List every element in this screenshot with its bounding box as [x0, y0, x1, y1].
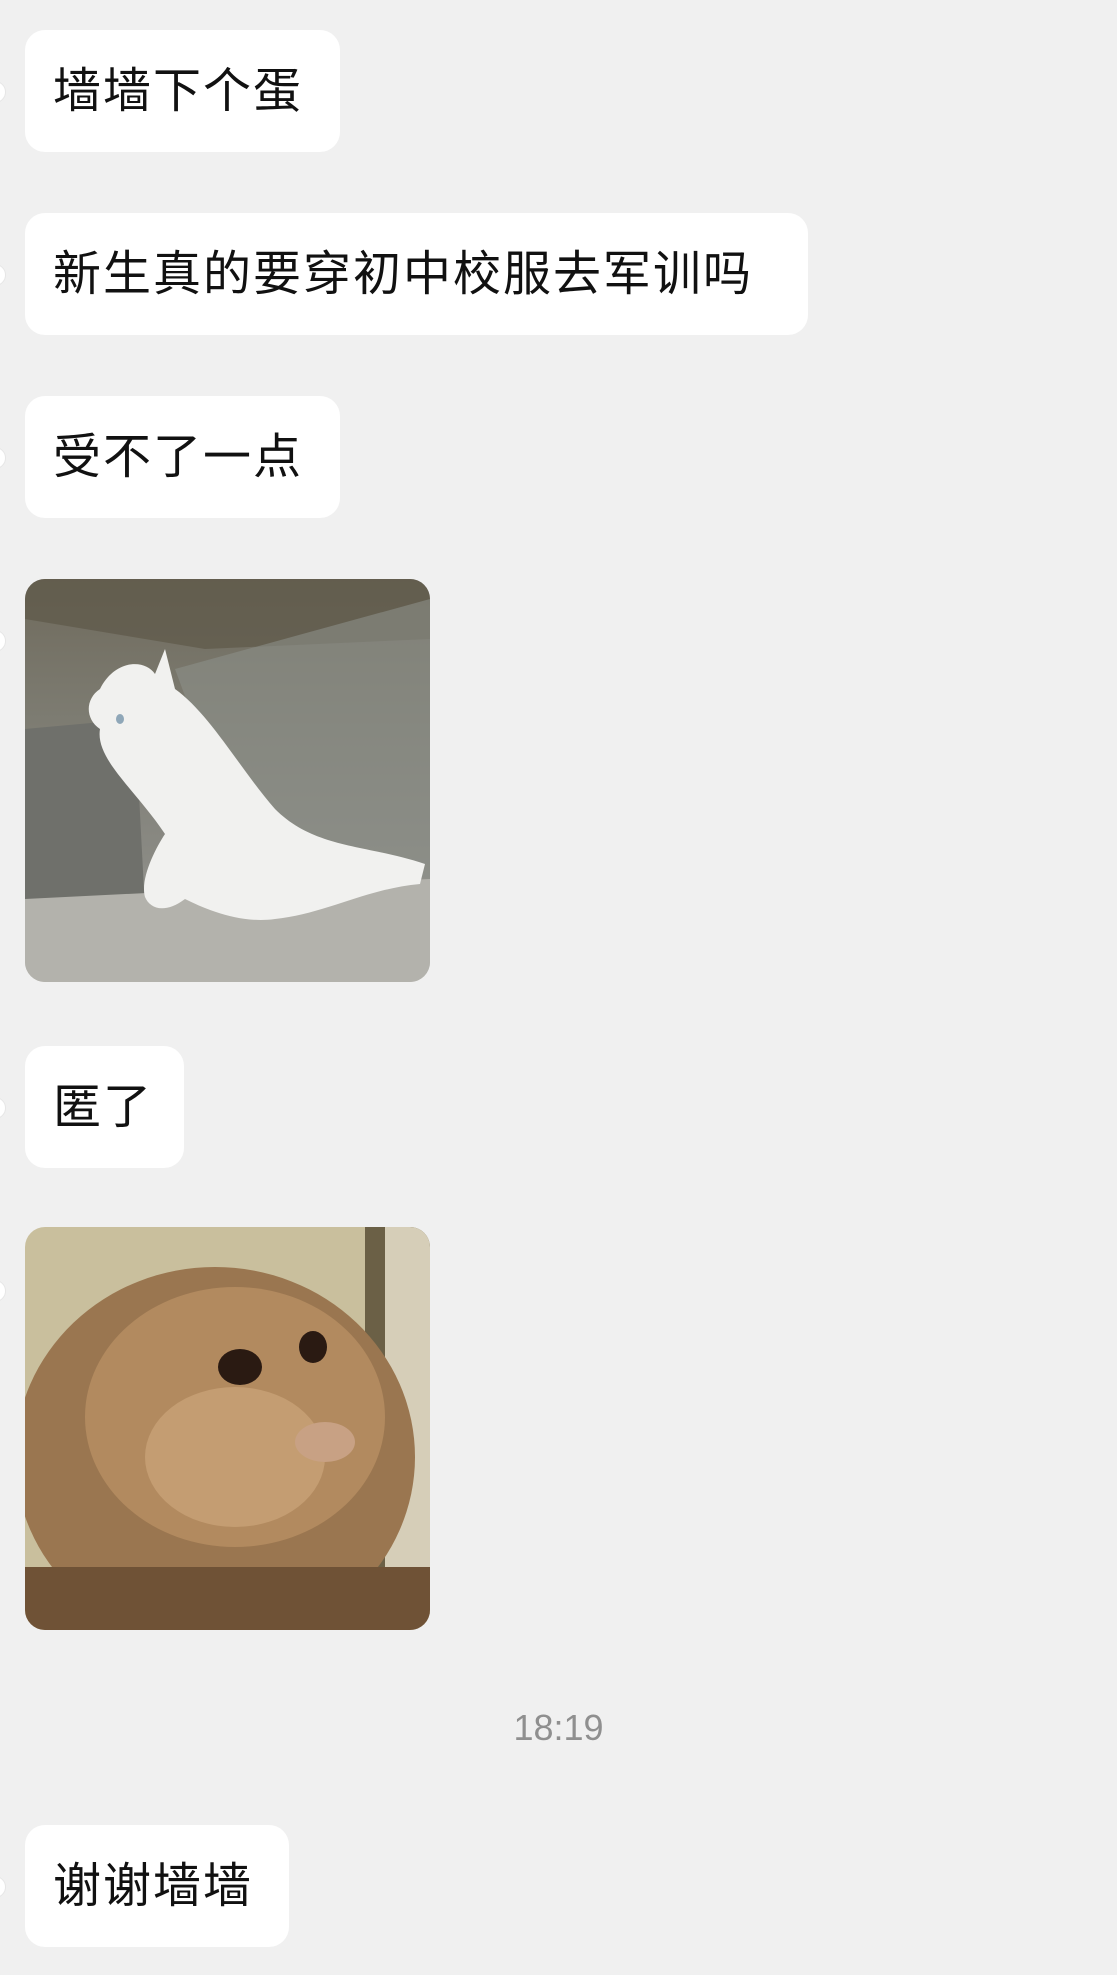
avatar[interactable] — [0, 1097, 6, 1119]
avatar[interactable] — [0, 630, 6, 652]
avatar[interactable] — [0, 81, 6, 103]
message-text: 匿了 — [53, 1079, 154, 1135]
white-cat-sitting-sticker-icon[interactable] — [25, 579, 430, 982]
message-text: 谢谢墙墙 — [53, 1858, 254, 1914]
message-text: 受不了一点 — [53, 429, 304, 485]
message-bubble[interactable]: 谢谢墙墙 — [25, 1825, 289, 1947]
avatar[interactable] — [0, 264, 6, 286]
message-bubble[interactable]: 受不了一点 — [25, 396, 340, 518]
avatar[interactable] — [0, 1876, 6, 1898]
message-bubble[interactable]: 匿了 — [25, 1046, 184, 1168]
orange-cat-face-sticker-icon[interactable] — [25, 1227, 430, 1630]
message-bubble[interactable]: 新生真的要穿初中校服去军训吗 — [25, 213, 808, 335]
avatar[interactable] — [0, 447, 6, 469]
message-text: 新生真的要穿初中校服去军训吗 — [53, 246, 754, 302]
message-text: 墙墙下个蛋 — [53, 63, 304, 119]
timestamp: 18:19 — [513, 1707, 604, 1748]
message-bubble[interactable]: 墙墙下个蛋 — [25, 30, 340, 152]
avatar[interactable] — [0, 1280, 6, 1302]
